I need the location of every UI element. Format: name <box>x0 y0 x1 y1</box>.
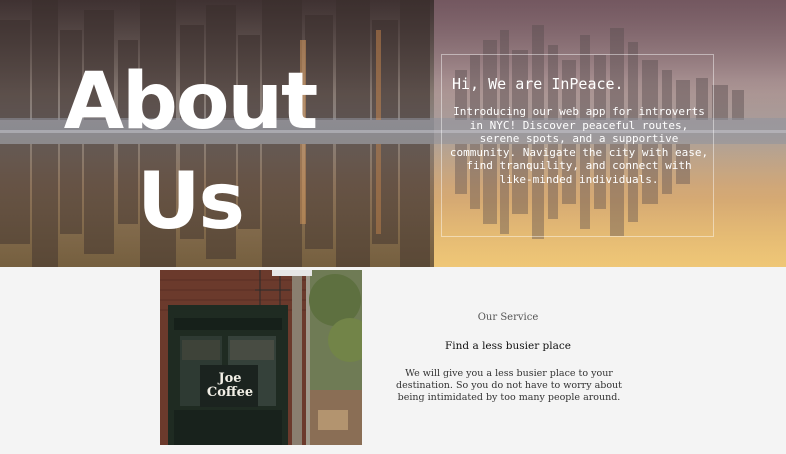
intro-card: Hi, We are InPeace. Introducing our web … <box>441 54 714 237</box>
service-title: Find a less busier place <box>445 340 571 352</box>
service-label: Our Service <box>477 312 539 323</box>
coffee-shop-sign: Joe Coffee <box>206 371 254 400</box>
intro-heading: Hi, We are InPeace. <box>452 75 624 93</box>
page-title: About Us <box>63 57 319 247</box>
coffee-shop-photo: Joe Coffee <box>160 270 362 445</box>
coffee-shop-image <box>160 270 362 445</box>
intro-text: Introducing our web app for introverts i… <box>449 105 709 186</box>
service-section: Joe Coffee Our Service Find a less busie… <box>0 267 786 454</box>
service-description: We will give you a less busier place to … <box>396 368 622 403</box>
about-page: About Us Hi, We are InPeace. Introducing… <box>0 0 786 454</box>
hero-banner: About Us Hi, We are InPeace. Introducing… <box>0 0 786 267</box>
